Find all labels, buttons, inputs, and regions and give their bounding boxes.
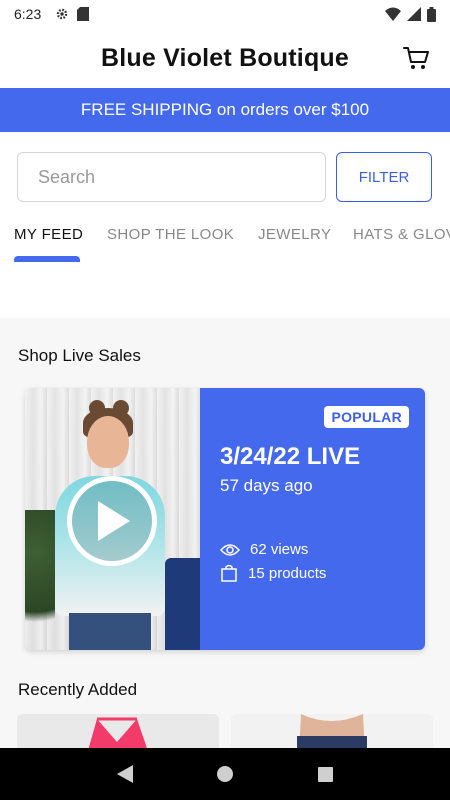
live-video-thumbnail[interactable]	[25, 388, 200, 650]
popular-badge: POPULAR	[324, 406, 409, 428]
tab-hats-gloves[interactable]: HATS & GLOV	[353, 226, 450, 243]
search-input[interactable]	[38, 166, 325, 188]
live-sale-card[interactable]: POPULAR 3/24/22 LIVE 57 days ago 62 view…	[25, 388, 425, 650]
sim-icon	[77, 7, 90, 21]
filter-label: FILTER	[358, 168, 410, 186]
live-sale-info[interactable]: POPULAR 3/24/22 LIVE 57 days ago 62 view…	[200, 388, 425, 650]
store-title: Blue Violet Boutique	[101, 43, 349, 72]
status-bar: 6:23	[0, 0, 450, 28]
play-icon	[98, 501, 130, 541]
search-box[interactable]	[17, 152, 326, 202]
recently-added-title: Recently Added	[18, 680, 138, 699]
cart-icon[interactable]	[402, 44, 430, 72]
tab-shop-the-look[interactable]: SHOP THE LOOK	[107, 226, 234, 243]
status-time: 6:23	[14, 6, 42, 22]
feed-content[interactable]: Shop Live Sales POPULAR 3/24/22 LIVE 57 …	[0, 318, 450, 748]
settings-icon	[57, 8, 68, 20]
system-nav-bar	[0, 748, 450, 800]
product-image	[231, 714, 433, 748]
recent-product-card[interactable]	[231, 714, 433, 748]
live-time-ago: 57 days ago	[220, 476, 313, 495]
recents-icon[interactable]	[317, 766, 333, 782]
eye-icon	[220, 543, 240, 556]
recent-product-card[interactable]	[17, 714, 219, 748]
signal-icon	[407, 7, 421, 21]
active-tab-indicator	[14, 256, 80, 262]
play-button[interactable]	[67, 476, 157, 566]
product-image	[17, 714, 219, 748]
tab-jewelry[interactable]: JEWELRY	[258, 226, 331, 243]
category-tabs: MY FEED SHOP THE LOOK JEWELRY HATS & GLO…	[0, 218, 450, 262]
promo-banner: FREE SHIPPING on orders over $100	[0, 88, 450, 132]
views-count: 62 views	[250, 541, 309, 558]
wifi-icon	[385, 7, 401, 21]
promo-text: FREE SHIPPING on orders over $100	[80, 100, 370, 119]
live-date: 3/24/22 LIVE	[220, 443, 361, 470]
back-icon[interactable]	[117, 765, 134, 783]
filter-button[interactable]: FILTER	[336, 152, 432, 202]
products-stat: 15 products	[220, 564, 326, 582]
home-icon[interactable]	[217, 766, 234, 782]
app-header: Blue Violet Boutique	[0, 28, 450, 88]
bag-icon	[221, 564, 237, 582]
products-count: 15 products	[248, 564, 327, 582]
live-sales-title: Shop Live Sales	[18, 346, 141, 365]
views-stat: 62 views	[220, 541, 308, 558]
tab-my-feed[interactable]: MY FEED	[14, 226, 83, 243]
battery-icon	[427, 6, 436, 22]
